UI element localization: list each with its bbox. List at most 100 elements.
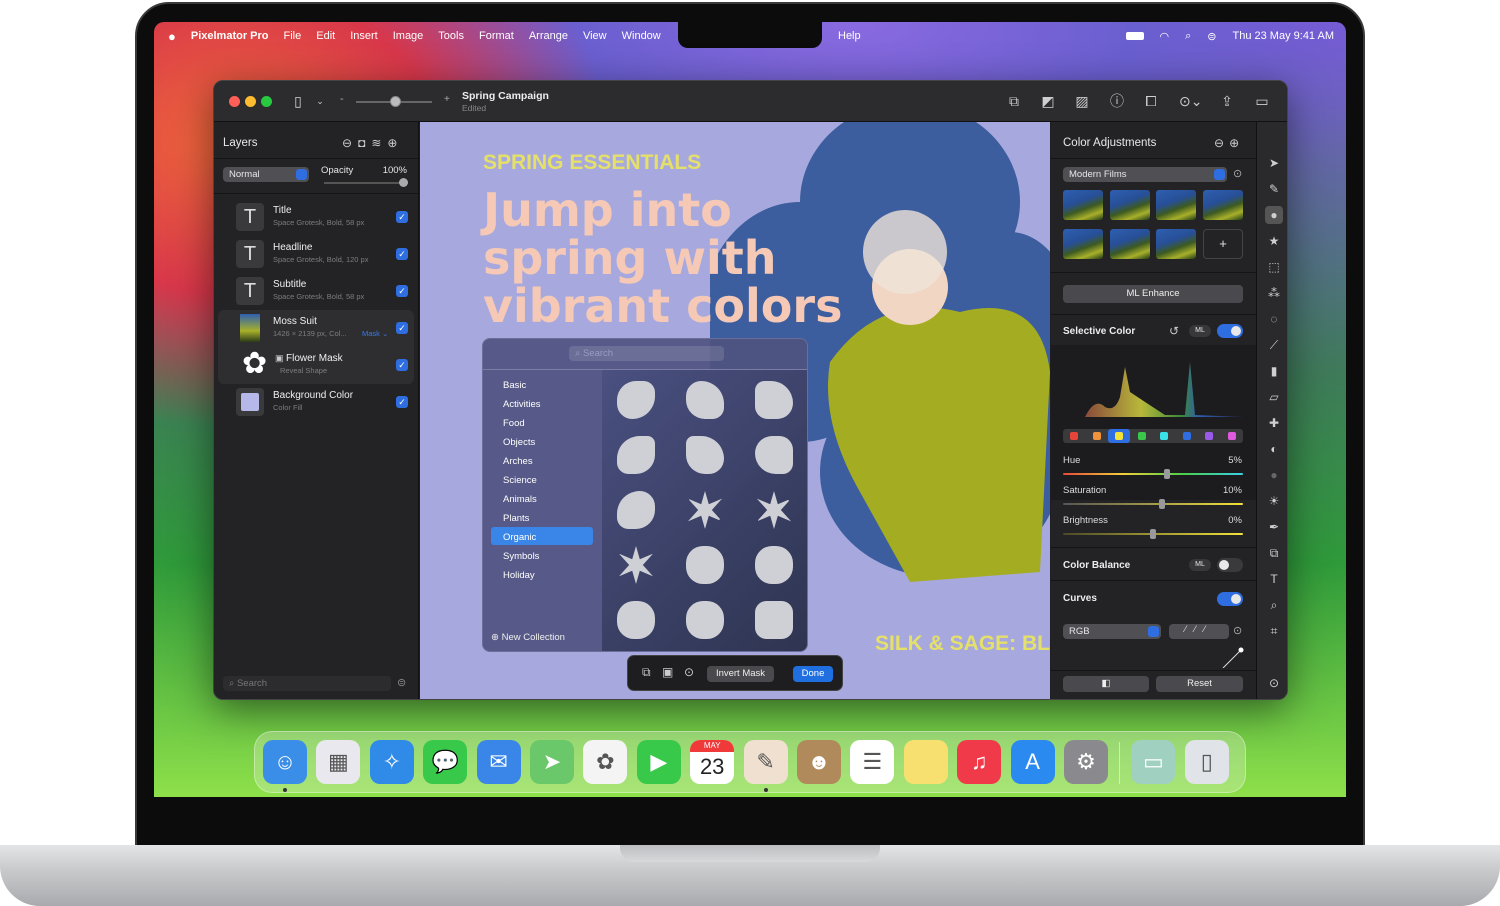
layer-row-moss-suit[interactable]: Moss Suit 1426 × 2139 px, Col... Mask ⌄ ✓ [220,310,412,347]
dock-photos[interactable]: ✿ [583,740,628,784]
slider-knob[interactable] [1159,499,1165,509]
opacity-slider[interactable] [324,178,408,187]
color-swatch[interactable] [1092,432,1101,440]
canvas-headline[interactable]: Jump into spring with vibrant colors [483,186,842,330]
shape-search-input[interactable]: ⌕ Search [569,346,724,361]
layers-stack-icon[interactable]: ≋ [371,136,387,150]
ml-badge[interactable]: ML [1189,325,1211,337]
style-tool-icon[interactable]: ✎ [1265,180,1283,198]
color-swatch[interactable] [1137,432,1146,440]
zoom-button[interactable] [261,96,272,107]
arrange-tool-icon[interactable]: ➤ [1265,154,1283,172]
more-options-icon[interactable]: ⊙⌄ [1179,93,1202,109]
slider-knob[interactable] [1164,469,1171,479]
layer-row-headline[interactable]: T Headline Space Grotesk, Bold, 120 px ✓ [220,236,412,273]
menu-file[interactable]: File [284,30,302,42]
crop-tool-icon[interactable]: ⌗ [1265,622,1283,640]
category-organic[interactable]: Organic [503,532,536,543]
category-holiday[interactable]: Holiday [503,570,535,581]
layer-row-title[interactable]: T Title Space Grotesk, Bold, 58 px ✓ [220,199,412,236]
crop-rotate-icon[interactable]: ⧠ [1143,93,1159,109]
image-adjust-icon[interactable]: ▨ [1074,93,1090,109]
layer-visibility-checkbox[interactable]: ✓ [396,248,408,260]
category-activities[interactable]: Activities [503,399,540,410]
selection-tool-icon[interactable]: ⬚ [1265,258,1283,276]
eraser-icon[interactable]: ▱ [1265,388,1283,406]
layer-visibility-checkbox[interactable]: ✓ [396,396,408,408]
dock-contacts[interactable]: ☻ [797,740,841,784]
shape-option[interactable] [617,601,655,639]
color-swatch[interactable] [1227,432,1236,440]
curves-graph[interactable] [1063,644,1245,668]
reset-button[interactable]: Reset [1156,676,1243,692]
slider-knob[interactable] [1150,529,1156,539]
category-animals[interactable]: Animals [503,494,537,505]
color-swatch[interactable] [1115,432,1123,440]
shape-option[interactable] [755,601,793,639]
layer-visibility-checkbox[interactable]: ✓ [396,211,408,223]
arrange-icon[interactable]: ⧉ [1006,93,1022,109]
blend-mode-select[interactable]: Normal [223,167,309,182]
reset-icon[interactable]: ↺ [1169,324,1179,338]
more-tools-icon[interactable]: ⊙ [1265,674,1283,692]
collapse-icon[interactable]: ⊖ [342,136,358,150]
lighten-icon[interactable]: ☀ [1265,492,1283,510]
eyedropper-white-icon[interactable]: ⁄ [1204,624,1214,634]
category-symbols[interactable]: Symbols [503,551,539,562]
sidebar-toggle-icon[interactable]: ▯ [290,93,306,109]
opacity-slider-knob[interactable] [399,178,408,187]
curves-channel-select[interactable]: RGB [1063,624,1161,639]
add-preset-button[interactable]: + [1203,229,1243,259]
control-center-icon[interactable]: ⊜ [1207,30,1216,43]
eyedropper-black-icon[interactable]: ⁄ [1185,624,1195,634]
menu-clock[interactable]: Thu 23 May 9:41 AM [1233,30,1335,42]
preset-more-icon[interactable]: ⊙ [1233,167,1242,180]
dock-finder[interactable]: ☺ [263,740,307,784]
color-swatch[interactable] [1160,432,1168,440]
dock-downloads[interactable]: ▭ [1131,740,1176,784]
dock-facetime[interactable]: ▶ [636,740,681,784]
close-button[interactable] [229,96,240,107]
menu-arrange[interactable]: Arrange [529,30,568,42]
new-collection-button[interactable]: ⊕ New Collection [491,632,565,643]
layer-visibility-checkbox[interactable]: ✓ [396,285,408,297]
category-food[interactable]: Food [503,418,525,429]
curves-toggle[interactable] [1217,592,1243,606]
dock-notes[interactable] [903,740,948,784]
mask-dropdown[interactable]: Mask ⌄ [362,329,388,338]
wifi-icon[interactable]: ◠ [1160,30,1170,43]
quick-select-icon[interactable]: ◌ [1265,310,1283,328]
menu-format[interactable]: Format [479,30,514,42]
shape-icon[interactable]: ⧉ [642,665,651,680]
zoom-slider[interactable] [356,96,432,107]
done-button[interactable]: Done [793,666,833,682]
menu-tools[interactable]: Tools [438,30,464,42]
zoom-tool-icon[interactable]: ⌕ [1265,596,1283,614]
magic-wand-icon[interactable]: ⁂ [1265,284,1283,302]
ml-enhance-button[interactable]: ML Enhance [1063,285,1243,303]
shape-option[interactable] [686,601,724,639]
layer-visibility-checkbox[interactable]: ✓ [396,322,408,334]
dock-calendar[interactable]: MAY 23 [690,740,735,784]
dock-system-settings[interactable]: ⚙ [1064,740,1108,784]
color-adjust-tool-icon[interactable]: ● [1265,206,1283,224]
share-icon[interactable]: ⇪ [1219,93,1235,109]
shape-option[interactable] [617,491,655,529]
menu-edit[interactable]: Edit [316,30,335,42]
minimize-button[interactable] [245,96,256,107]
menu-image[interactable]: Image [393,30,424,42]
preset-thumbnail[interactable] [1156,190,1196,220]
dock-reminders[interactable]: ☰ [850,740,895,784]
clone-icon[interactable]: ◐ [1265,440,1283,458]
mask-icon[interactable]: ▣ [662,665,673,679]
color-swap-icon[interactable]: ◩ [1040,93,1056,109]
shapes-icon[interactable]: ⧉ [1265,544,1283,562]
dock-maps[interactable]: ➤ [530,740,574,784]
preset-thumbnail[interactable] [1063,190,1103,220]
dock-launchpad[interactable]: ▦ [316,740,361,784]
pen-icon[interactable]: ✒ [1265,518,1283,536]
zoom-slider-knob[interactable] [390,96,401,107]
repair-icon[interactable]: ✚ [1265,414,1283,432]
eyedropper-gray-icon[interactable]: ⁄ [1194,624,1204,634]
compare-button[interactable]: ◧ [1063,676,1149,692]
